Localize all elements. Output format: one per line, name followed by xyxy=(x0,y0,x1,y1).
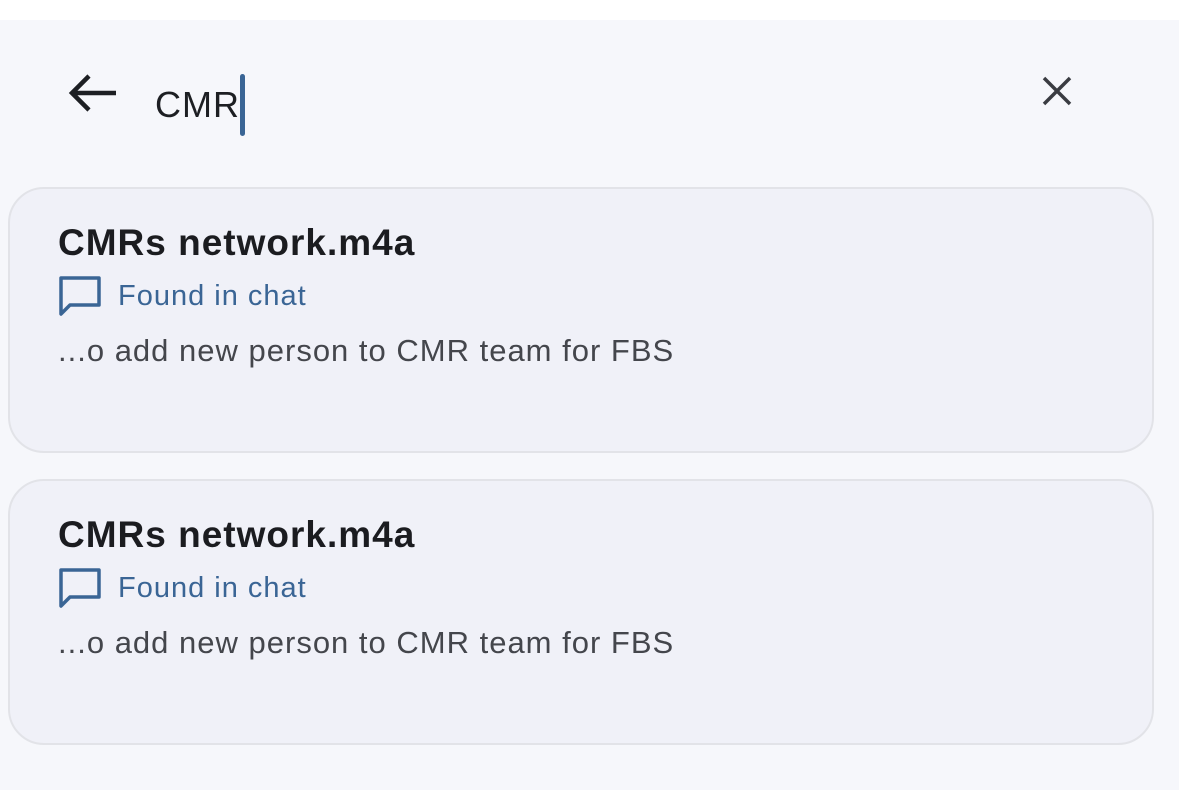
text-caret xyxy=(239,74,245,136)
close-icon xyxy=(1042,76,1072,106)
search-query-text: CMR xyxy=(155,84,240,125)
status-bar-area xyxy=(0,0,1179,20)
result-snippet: ...o add new person to CMR team for FBS xyxy=(58,333,675,368)
result-snippet: ...o add new person to CMR team for FBS xyxy=(58,625,675,660)
search-result-card[interactable]: CMRs network.m4a Found in chat ...o add … xyxy=(8,479,1154,745)
back-button[interactable] xyxy=(66,66,120,120)
clear-search-button[interactable] xyxy=(1036,70,1078,112)
chat-bubble-icon xyxy=(59,568,101,608)
result-source: Found in chat xyxy=(118,279,307,312)
result-source: Found in chat xyxy=(118,571,307,604)
chat-bubble-icon xyxy=(59,276,101,316)
result-title: CMRs network.m4a xyxy=(58,222,416,263)
search-input[interactable]: CMR xyxy=(155,74,245,136)
search-result-card[interactable]: CMRs network.m4a Found in chat ...o add … xyxy=(8,187,1154,453)
arrow-left-icon xyxy=(68,74,116,112)
result-title: CMRs network.m4a xyxy=(58,514,416,555)
